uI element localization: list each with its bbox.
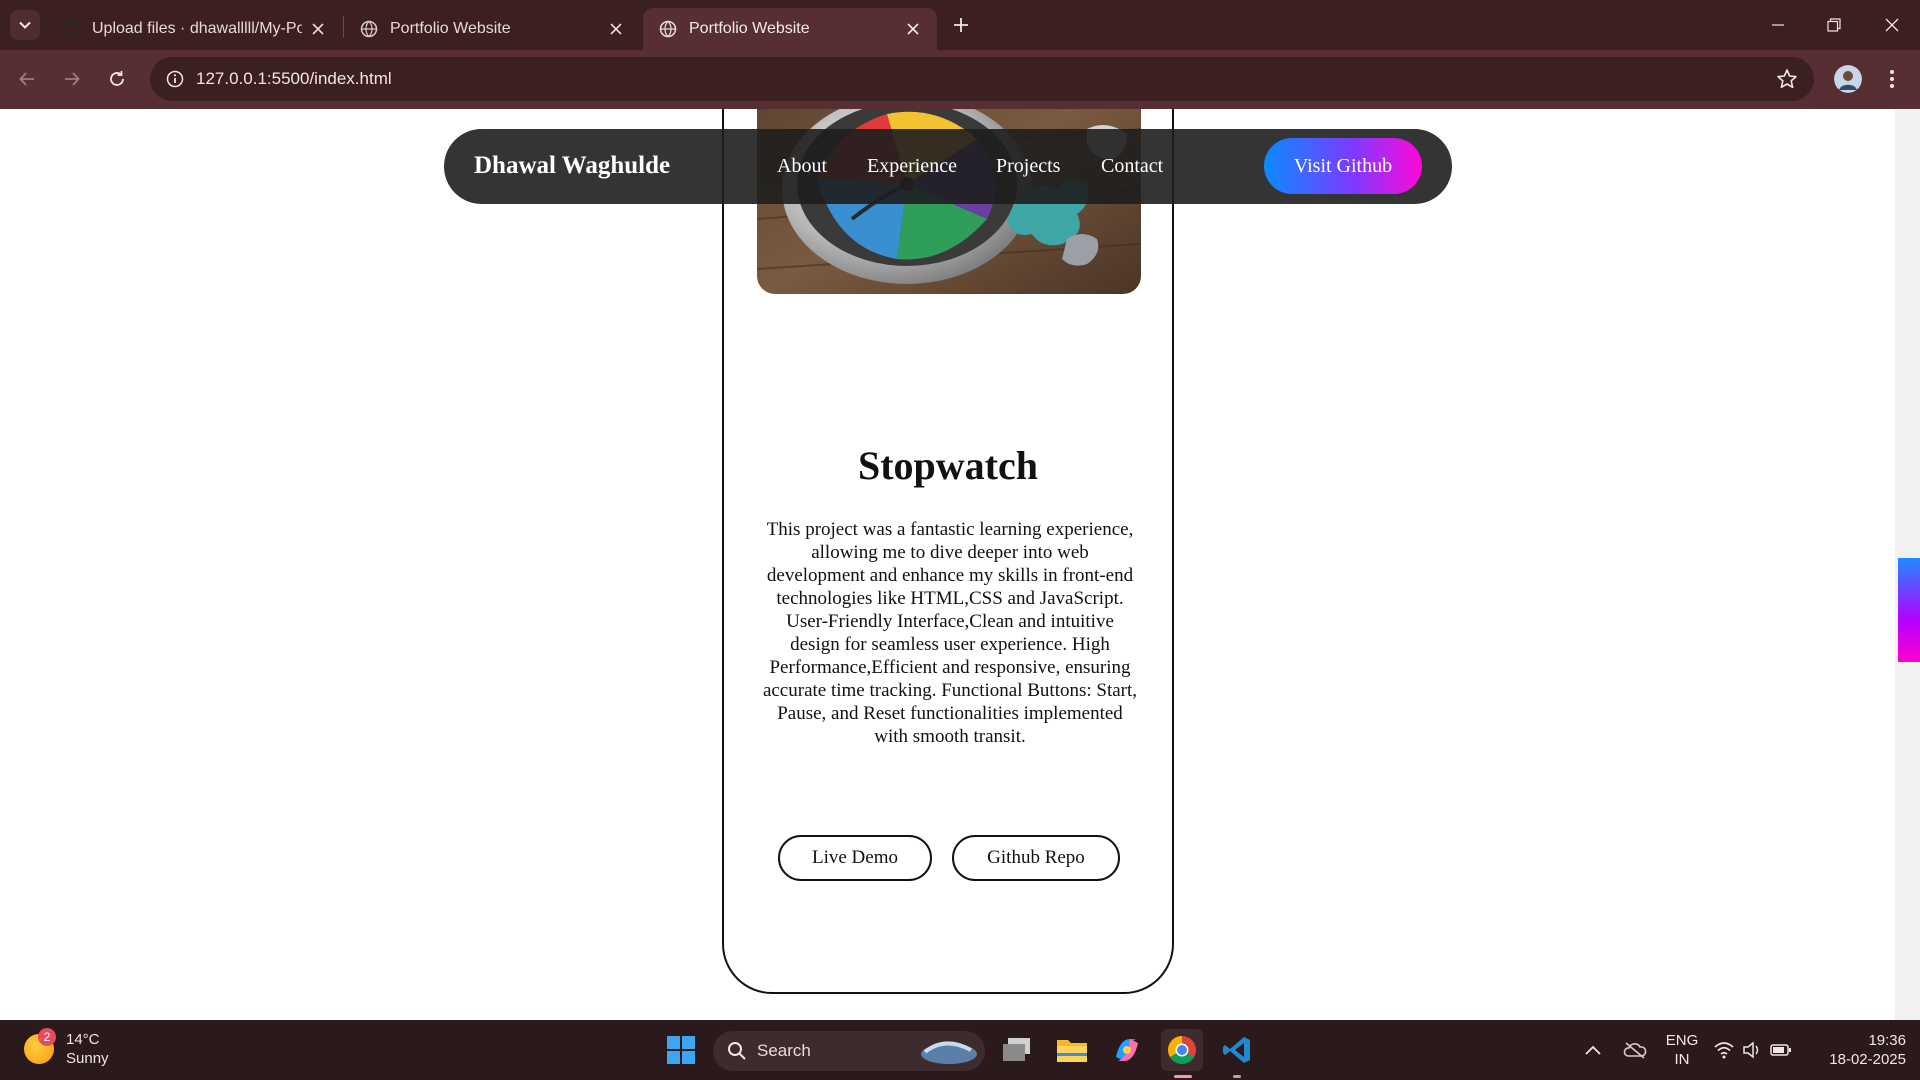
tab-title: Portfolio Website <box>390 20 511 37</box>
close-icon[interactable] <box>903 19 923 39</box>
search-highlight-icon <box>921 1041 977 1064</box>
project-title: Stopwatch <box>857 443 1039 488</box>
globe-icon <box>659 20 677 38</box>
tab-title: Portfolio Website <box>689 20 810 37</box>
lang-line-1: ENG <box>1665 1032 1699 1049</box>
weather-temp: 14°C <box>66 1031 100 1048</box>
profile-avatar[interactable] <box>1834 65 1862 93</box>
arrow-right-icon <box>65 72 80 86</box>
chrome-icon <box>1168 1036 1196 1064</box>
site-info-icon[interactable] <box>160 64 190 94</box>
more-vertical-icon <box>1890 70 1894 88</box>
forward-button[interactable] <box>57 64 87 94</box>
weather-condition: Sunny <box>66 1050 109 1067</box>
tab-title: Upload files · dhawalllll/My-Por <box>92 20 302 37</box>
nav-link-experience[interactable]: Experience <box>867 155 957 178</box>
github-icon <box>62 20 80 38</box>
search-label: Search <box>757 1041 811 1060</box>
arrow-left-icon <box>19 72 34 86</box>
close-window-button[interactable] <box>1864 0 1920 50</box>
nav-link-projects[interactable]: Projects <box>996 155 1060 178</box>
copilot-button[interactable] <box>1106 1029 1148 1071</box>
page-scrollbar[interactable] <box>1895 109 1920 1020</box>
clock-date: 18-02-2025 <box>1829 1051 1906 1068</box>
scrollbar-thumb[interactable] <box>1898 558 1920 662</box>
live-demo-button[interactable]: Live Demo <box>778 835 932 881</box>
address-bar[interactable]: 127.0.0.1:5500/index.html <box>150 57 1814 101</box>
weather-widget[interactable]: 2 14°C Sunny <box>24 1028 109 1068</box>
copilot-icon <box>1116 1039 1138 1061</box>
project-description: This project was a fantastic learning ex… <box>762 519 1138 747</box>
start-button[interactable] <box>660 1029 702 1071</box>
bookmark-star-icon[interactable] <box>1776 68 1798 90</box>
tab-portfolio-1[interactable]: Portfolio Website <box>344 8 640 50</box>
folder-icon <box>1057 1040 1087 1062</box>
minimize-button[interactable] <box>1750 0 1806 50</box>
tab-upload-files[interactable]: Upload files · dhawalllll/My-Por <box>46 8 342 50</box>
search-icon <box>728 1042 746 1060</box>
network-sound-battery-button[interactable] <box>1712 1020 1794 1080</box>
close-icon[interactable] <box>606 19 626 39</box>
tab-portfolio-active[interactable]: Portfolio Website <box>643 8 937 50</box>
visit-github-button[interactable]: Visit Github <box>1264 138 1422 194</box>
chevron-up-icon <box>1585 1045 1601 1055</box>
reload-button[interactable] <box>102 64 132 94</box>
restore-icon <box>1827 18 1841 32</box>
language-indicator[interactable]: ENG IN <box>1660 1020 1704 1080</box>
close-icon[interactable] <box>308 19 328 39</box>
windows-taskbar: 2 14°C Sunny Search ENG IN 19:36 18-02-2… <box>0 1020 1920 1080</box>
minimize-icon <box>1772 24 1784 26</box>
new-tab-button[interactable] <box>948 12 974 38</box>
nav-link-contact[interactable]: Contact <box>1101 155 1163 178</box>
nav-link-about[interactable]: About <box>777 155 827 178</box>
file-explorer-button[interactable] <box>1051 1029 1093 1071</box>
browser-menu-button[interactable] <box>1880 64 1904 94</box>
vscode-taskbar-button[interactable] <box>1216 1029 1258 1071</box>
windows-logo-icon <box>667 1036 695 1064</box>
browser-toolbar: 127.0.0.1:5500/index.html <box>0 50 1920 109</box>
clock[interactable]: 19:36 18-02-2025 <box>1806 1020 1906 1080</box>
site-brand[interactable]: Dhawal Waghulde <box>474 152 670 180</box>
tab-search-button[interactable] <box>10 10 40 40</box>
volume-icon <box>1743 1041 1759 1059</box>
browser-tab-bar: Upload files · dhawalllll/My-Por Portfol… <box>0 0 1920 50</box>
site-navbar: Dhawal Waghulde About Experience Project… <box>444 129 1452 204</box>
cloud-off-icon <box>1623 1042 1647 1059</box>
close-icon <box>1885 18 1899 32</box>
plus-icon <box>954 18 968 32</box>
wifi-icon <box>1714 1042 1734 1059</box>
notification-badge: 2 <box>38 1028 56 1046</box>
chrome-taskbar-button[interactable] <box>1161 1029 1203 1071</box>
vscode-icon <box>1223 1037 1250 1063</box>
active-app-indicator <box>1174 1075 1192 1078</box>
project-card: Stopwatch This project was a fantastic l… <box>722 109 1174 994</box>
globe-icon <box>360 20 378 38</box>
taskbar-search[interactable]: Search <box>713 1031 985 1071</box>
back-button[interactable] <box>12 64 42 94</box>
show-hidden-icons-button[interactable] <box>1578 1020 1608 1080</box>
restore-button[interactable] <box>1806 0 1862 50</box>
task-view-button[interactable] <box>996 1029 1038 1071</box>
battery-icon <box>1770 1044 1791 1056</box>
chevron-down-icon <box>19 21 31 29</box>
task-view-icon <box>1003 1038 1030 1061</box>
reload-icon <box>110 71 124 86</box>
sun-icon: 2 <box>24 1028 56 1064</box>
open-app-indicator <box>1233 1075 1241 1078</box>
onedrive-button[interactable] <box>1617 1020 1653 1080</box>
url-text[interactable]: 127.0.0.1:5500/index.html <box>196 69 392 89</box>
github-repo-button[interactable]: Github Repo <box>952 835 1120 881</box>
page-viewport: Stopwatch This project was a fantastic l… <box>0 109 1920 1020</box>
clock-time: 19:36 <box>1868 1032 1906 1049</box>
lang-line-2: IN <box>1674 1051 1690 1068</box>
